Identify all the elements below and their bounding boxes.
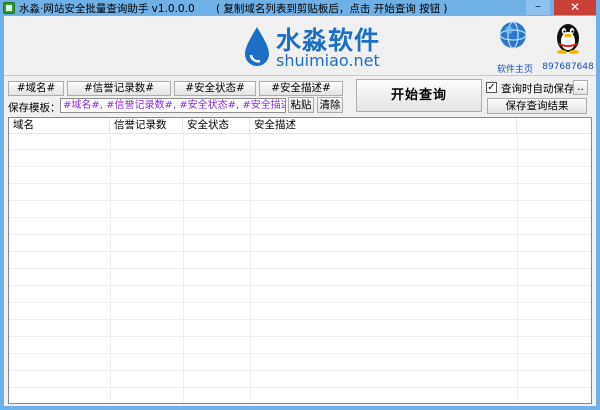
minimize-button[interactable]: –: [526, 0, 550, 15]
app-icon: [3, 2, 15, 14]
window-title-text: 水淼·网站安全批量查询助手 v1.0.0.0: [19, 3, 195, 15]
empty-table-row: [9, 287, 591, 303]
results-table[interactable]: 域名 信誉记录数 安全状态 安全描述: [8, 117, 592, 404]
column-header-security-status[interactable]: 安全状态: [183, 118, 250, 134]
penguin-icon: [557, 24, 579, 54]
empty-table-row: [9, 253, 591, 269]
logo-text-en: shuimiao.net: [276, 51, 380, 70]
empty-table-row: [9, 236, 591, 252]
tag-domain-button[interactable]: #域名#: [8, 81, 64, 96]
paste-button[interactable]: 粘贴: [288, 97, 314, 113]
empty-table-row: [9, 168, 591, 184]
column-header-domain[interactable]: 域名: [9, 118, 110, 134]
table-header: 域名 信誉记录数 安全状态 安全描述: [9, 118, 591, 134]
header-divider: [4, 75, 596, 76]
tag-security-status-button[interactable]: #安全状态#: [174, 81, 256, 96]
empty-table-row: [9, 185, 591, 201]
home-page-label[interactable]: 软件主页: [490, 62, 540, 75]
save-results-button[interactable]: 保存查询结果: [487, 98, 587, 114]
tag-reputation-count-button[interactable]: #信誉记录数#: [67, 81, 171, 96]
empty-table-row: [9, 355, 591, 371]
browse-button[interactable]: ..: [573, 80, 588, 95]
qq-number-label[interactable]: 897687648: [542, 62, 594, 72]
empty-table-row: [9, 219, 591, 235]
column-header-security-description[interactable]: 安全描述: [250, 118, 517, 134]
column-header-reputation-count[interactable]: 信誉记录数: [110, 118, 183, 134]
empty-table-row: [9, 389, 591, 403]
template-label: 保存模板：: [8, 102, 61, 114]
empty-table-row: [9, 151, 591, 167]
empty-table-row: [9, 134, 591, 150]
tag-security-description-button[interactable]: #安全描述#: [259, 81, 343, 96]
auto-save-label[interactable]: 查询时自动保存: [501, 81, 575, 96]
start-query-button[interactable]: 开始查询: [356, 79, 482, 112]
window-hint: ( 复制域名列表到剪贴板后，点击 开始查询 按钮 ): [215, 3, 448, 15]
app-window: 水淼·网站安全批量查询助手 v1.0.0.0 ( 复制域名列表到剪贴板后，点击 …: [0, 0, 600, 410]
empty-table-row: [9, 270, 591, 286]
empty-table-row: [9, 338, 591, 354]
brand-logo: 水淼软件 shuimiao.net: [242, 21, 402, 73]
globe-icon: [499, 21, 527, 49]
qq-contact-link[interactable]: 897687648: [542, 20, 594, 72]
home-page-link[interactable]: 软件主页: [490, 20, 534, 75]
empty-table-row: [9, 202, 591, 218]
window-title: 水淼·网站安全批量查询助手 v1.0.0.0 ( 复制域名列表到剪贴板后，点击 …: [19, 1, 452, 16]
empty-table-row: [9, 321, 591, 337]
title-bar[interactable]: 水淼·网站安全批量查询助手 v1.0.0.0 ( 复制域名列表到剪贴板后，点击 …: [0, 0, 600, 16]
template-input[interactable]: #域名#, #信誉记录数#, #安全状态#, #安全描述#: [60, 98, 286, 113]
main-panel: 水淼软件 shuimiao.net 软件主页 897687648 #域名# #信…: [4, 16, 596, 406]
empty-table-row: [9, 304, 591, 320]
empty-table-row: [9, 372, 591, 388]
close-button[interactable]: ✕: [554, 0, 596, 15]
clear-button[interactable]: 清除: [317, 97, 343, 113]
checkbox-mark[interactable]: ✓: [486, 82, 497, 93]
water-drop-icon: [245, 27, 269, 66]
